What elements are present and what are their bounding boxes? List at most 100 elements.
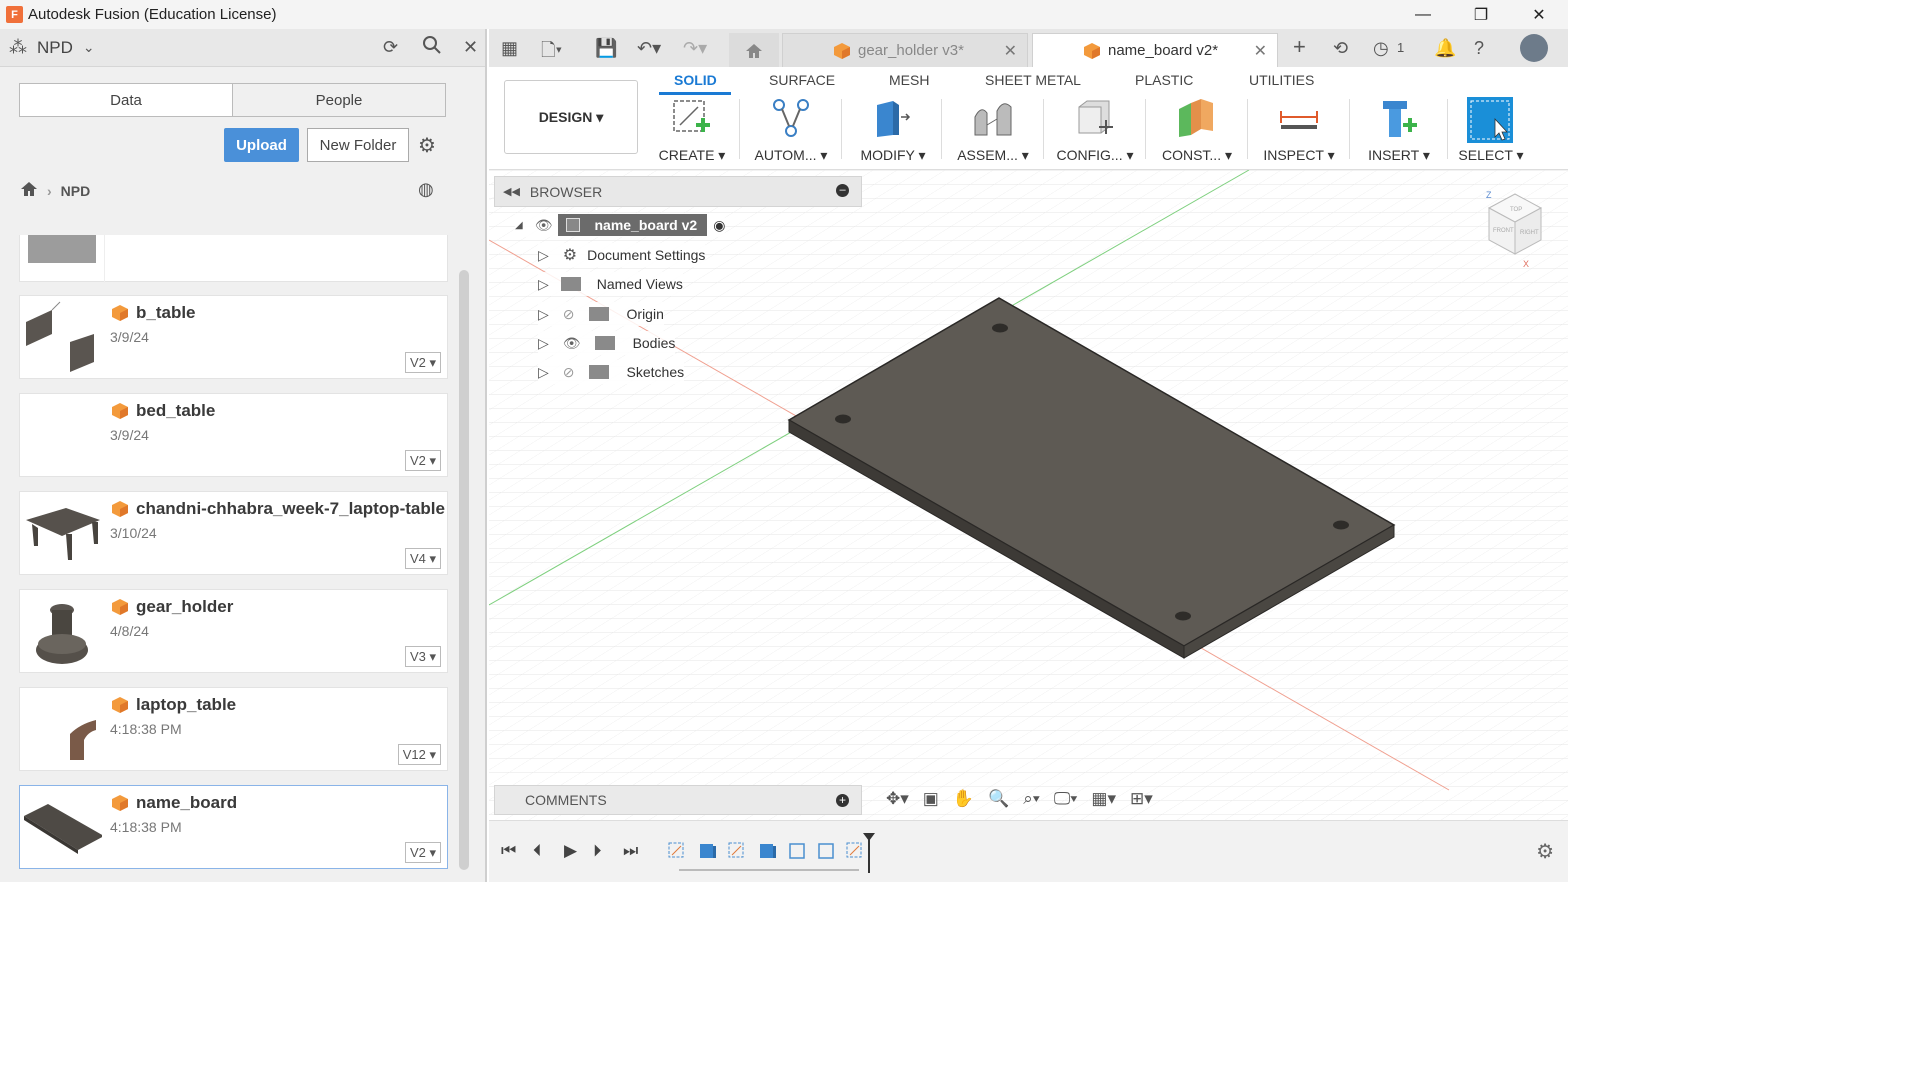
version-dropdown[interactable]: V2 ▾ [404, 842, 441, 863]
automate-menu[interactable]: AUTOM... ▾ [741, 97, 841, 167]
timeline-extrude-icon[interactable] [757, 841, 777, 861]
timeline-extrude-icon[interactable] [697, 841, 717, 861]
file-name[interactable]: bed_table [136, 401, 215, 421]
tab-utilities[interactable]: UTILITIES [1249, 72, 1314, 88]
timeline-marker[interactable] [862, 833, 876, 873]
eye-hidden-icon[interactable]: ⊘ [563, 306, 575, 323]
look-at-icon[interactable]: ▣ [923, 789, 939, 809]
search-icon[interactable] [422, 35, 442, 60]
help-icon[interactable]: ? [1474, 38, 1484, 59]
file-card[interactable]: chandni-chhabra_week-7_laptop-table 3/10… [19, 491, 448, 575]
insert-menu[interactable]: INSERT ▾ [1349, 97, 1449, 167]
file-list-scrollbar[interactable] [459, 270, 469, 870]
minimize-icon[interactable]: — [1394, 0, 1452, 29]
minimize-browser-icon[interactable]: – [836, 184, 849, 197]
expand-arrow-icon[interactable]: ▷ [538, 364, 549, 381]
tab-solid[interactable]: SOLID [674, 72, 717, 88]
expand-arrow-icon[interactable]: ▷ [538, 276, 549, 293]
configure-menu[interactable]: CONFIG... ▾ [1045, 97, 1145, 167]
version-dropdown[interactable]: V2 ▾ [404, 352, 441, 373]
tab-sheet-metal[interactable]: SHEET METAL [985, 72, 1081, 88]
new-folder-button[interactable]: New Folder [307, 128, 409, 162]
new-tab-plus-icon[interactable]: + [1293, 34, 1306, 60]
tab-name-board[interactable]: name_board v2* ✕ [1032, 33, 1278, 67]
orbit-icon[interactable]: ✥▾ [886, 789, 909, 809]
restore-icon[interactable]: ❐ [1452, 0, 1510, 29]
notification-bell-icon[interactable]: 🔔 [1434, 38, 1456, 59]
zoom-icon[interactable]: 🔍 [988, 789, 1009, 809]
breadcrumb-project[interactable]: NPD [61, 183, 91, 199]
close-tab-icon[interactable]: ✕ [1004, 41, 1017, 61]
tree-item-named-views[interactable]: ▷ Named Views [538, 272, 683, 296]
expand-arrow-icon[interactable]: ▷ [538, 306, 549, 323]
fit-window-icon[interactable]: ⌕▾ [1023, 789, 1040, 809]
tab-gear-holder[interactable]: gear_holder v3* ✕ [782, 33, 1028, 67]
file-name[interactable]: laptop_table [136, 695, 236, 715]
refresh-icon[interactable]: ⟳ [383, 37, 398, 58]
timeline-sketch-icon[interactable] [816, 841, 836, 861]
extensions-icon[interactable]: ⟲ [1333, 38, 1348, 59]
tab-people[interactable]: People [232, 84, 445, 116]
tree-item-bodies[interactable]: ▷ 👁 Bodies [538, 331, 676, 355]
file-card-selected[interactable]: name_board 4:18:38 PM V2 ▾ [19, 785, 448, 869]
file-card[interactable] [19, 235, 448, 283]
expand-arrow-icon[interactable]: ▷ [538, 247, 549, 264]
file-name[interactable]: chandni-chhabra_week-7_laptop-table [136, 499, 445, 519]
create-menu[interactable]: CREATE ▾ [642, 97, 742, 167]
redo-icon[interactable]: ↷▾ [683, 38, 707, 59]
job-status-icon[interactable]: ◷ [1373, 38, 1389, 59]
browser-panel-header[interactable]: ◀◀ BROWSER – [494, 176, 862, 207]
expand-toggle-icon[interactable]: ◢ [515, 220, 523, 231]
avatar[interactable] [1520, 34, 1548, 62]
file-menu-icon[interactable]: 🗋▾ [541, 38, 562, 68]
construct-menu[interactable]: CONST... ▾ [1147, 97, 1247, 167]
close-panel-icon[interactable]: ✕ [463, 37, 478, 58]
save-icon[interactable]: 💾 [595, 38, 617, 59]
root-component-label[interactable]: name_board v2 [558, 214, 708, 236]
version-dropdown[interactable]: V3 ▾ [404, 646, 441, 667]
play-icon[interactable]: ▶ [564, 841, 577, 861]
close-tab-icon[interactable]: ✕ [1254, 41, 1267, 61]
timeline-sketch-icon[interactable] [667, 841, 687, 861]
version-dropdown[interactable]: V12 ▾ [397, 744, 441, 765]
timeline-settings-gear-icon[interactable]: ⚙ [1536, 839, 1554, 864]
collapse-browser-icon[interactable]: ◀◀ [503, 185, 520, 198]
modify-menu[interactable]: MODIFY ▾ [843, 97, 943, 167]
close-icon[interactable]: ✕ [1510, 0, 1568, 29]
eye-visible-icon[interactable]: 👁 [535, 217, 553, 234]
timeline-sketch-icon[interactable] [787, 841, 807, 861]
tab-plastic[interactable]: PLASTIC [1135, 72, 1193, 88]
go-to-start-icon[interactable]: ⏮ [501, 841, 516, 861]
version-dropdown[interactable]: V4 ▾ [404, 548, 441, 569]
tree-item-document-settings[interactable]: ▷ ⚙ Document Settings [538, 243, 706, 267]
file-name[interactable]: name_board [136, 793, 237, 813]
select-menu[interactable]: SELECT ▾ [1441, 97, 1541, 167]
timeline-sketch-icon[interactable] [727, 841, 747, 861]
home-icon[interactable] [20, 181, 38, 200]
grid-settings-icon[interactable]: ▦▾ [1091, 789, 1116, 809]
file-card[interactable]: b_table 3/9/24 V2 ▾ [19, 295, 448, 379]
team-icon[interactable]: ⁂ [9, 37, 27, 58]
home-tab[interactable] [729, 33, 779, 67]
inspect-menu[interactable]: INSPECT ▾ [1249, 97, 1349, 167]
comments-panel[interactable]: COMMENTS + [494, 785, 862, 815]
tab-surface[interactable]: SURFACE [769, 72, 835, 88]
activate-radio-icon[interactable]: ◉ [713, 217, 725, 234]
version-dropdown[interactable]: V2 ▾ [404, 450, 441, 471]
tree-item-sketches[interactable]: ▷ ⊘ Sketches [538, 360, 685, 384]
project-name[interactable]: NPD [37, 38, 73, 58]
tab-data[interactable]: Data [20, 84, 232, 116]
file-name[interactable]: b_table [136, 303, 196, 323]
browser-root[interactable]: ◢ 👁 name_board v2 ◉ [515, 213, 726, 237]
chevron-down-icon[interactable]: ⌄ [83, 39, 95, 56]
file-card[interactable]: bed_table 3/9/24 V2 ▾ [19, 393, 448, 477]
file-card[interactable]: laptop_table 4:18:38 PM V12 ▾ [19, 687, 448, 771]
gear-icon[interactable]: ⚙ [418, 133, 436, 158]
viewports-icon[interactable]: ⊞▾ [1130, 789, 1153, 809]
grid-menu-icon[interactable]: ▦ [501, 38, 518, 59]
step-forward-icon[interactable]: ⏵ [593, 841, 602, 861]
eye-hidden-icon[interactable]: ⊘ [563, 364, 575, 381]
step-back-icon[interactable]: ⏴ [533, 841, 542, 861]
tree-item-origin[interactable]: ▷ ⊘ Origin [538, 302, 664, 326]
pan-hand-icon[interactable]: ✋ [953, 789, 974, 809]
